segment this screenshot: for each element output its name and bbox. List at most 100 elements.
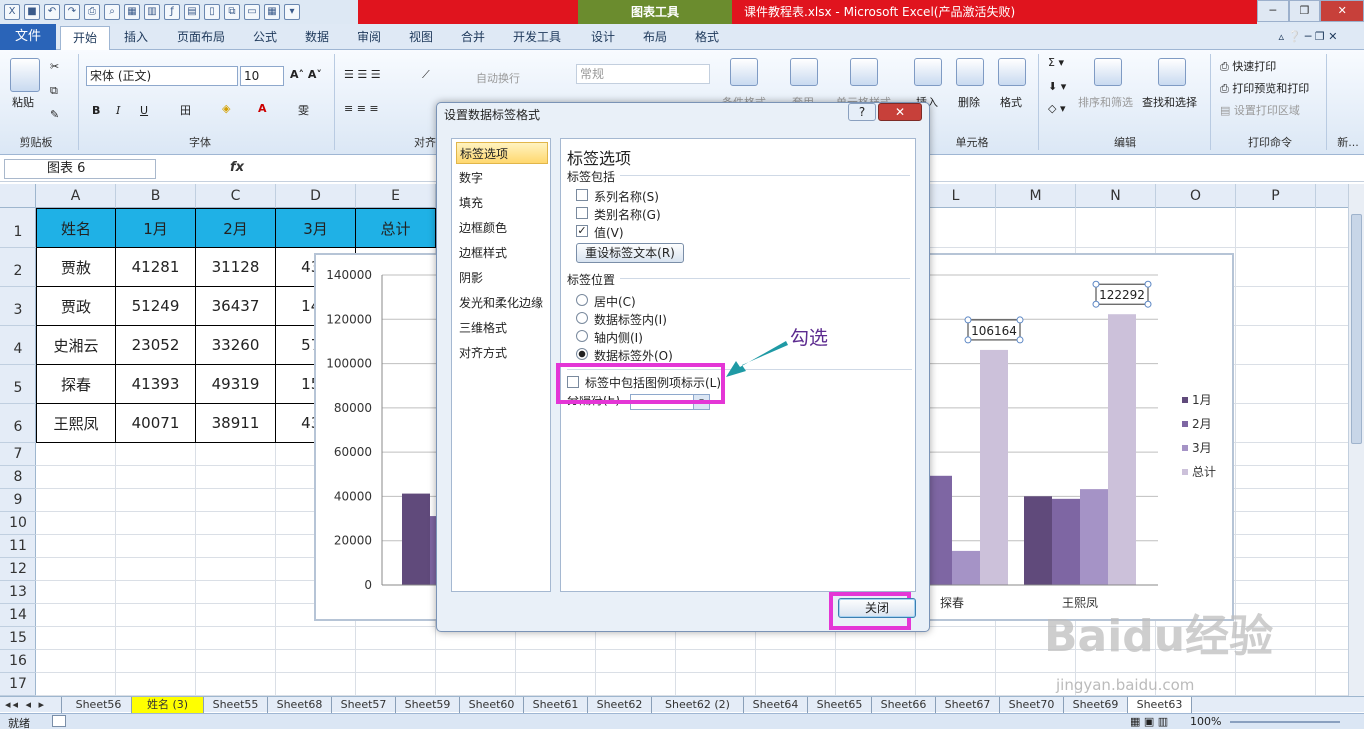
sheet-tab[interactable]: Sheet67 [936,697,1000,713]
tab-merge[interactable]: 合并 [452,26,494,50]
view-buttons[interactable]: ▦ ▣ ▥ [1130,715,1168,728]
macro-record-icon[interactable] [52,715,66,727]
font-color-icon[interactable]: A [258,102,267,115]
sheet-tab[interactable]: 姓名 (3) [132,697,204,713]
tab-view[interactable]: 视图 [400,26,442,50]
ribbon-help-controls[interactable]: ▵ ❔ ─ ❐ ✕ [1258,26,1358,50]
save-icon[interactable]: ■ [24,4,40,20]
column-header-e[interactable]: E [356,184,436,208]
minimize-button[interactable]: ─ [1257,0,1289,22]
set-print-area-button[interactable]: ▤ 设置打印区域 [1220,102,1300,118]
row-header-16[interactable]: 16 [0,650,36,673]
calculator-icon[interactable]: ▦ [124,4,140,20]
table-header-cell[interactable]: 2月 [196,208,276,248]
row-header-6[interactable]: 6 [0,404,36,443]
chart-icon[interactable]: ▥ [144,4,160,20]
tab-data[interactable]: 数据 [296,26,338,50]
sheet-tab[interactable]: Sheet62 (2) [652,697,744,713]
table-cell[interactable]: 王熙凤 [36,404,116,443]
table-cell[interactable]: 贾政 [36,287,116,326]
row-header-4[interactable]: 4 [0,326,36,365]
form-icon[interactable]: ▤ [184,4,200,20]
fill-color-icon[interactable]: ◈ [222,102,230,115]
position-center-radio[interactable] [576,294,588,306]
tab-format[interactable]: 格式 [686,26,728,50]
table-header-cell[interactable]: 3月 [276,208,356,248]
zoom-slider[interactable] [1230,721,1340,723]
dialog-nav-item[interactable]: 阴影 [456,267,548,289]
dialog-help-button[interactable]: ? [848,103,876,121]
tab-review[interactable]: 审阅 [348,26,390,50]
tab-file[interactable]: 文件 [0,24,56,50]
row-header-12[interactable]: 12 [0,558,36,581]
dialog-close-button[interactable]: 关闭 [838,598,916,618]
row-header-15[interactable]: 15 [0,627,36,650]
row-header-2[interactable]: 2 [0,248,36,287]
sheet-tab[interactable]: Sheet63 [1128,697,1192,713]
row-header-1[interactable]: 1 [0,208,36,248]
tab-insert[interactable]: 插入 [114,26,158,50]
table-icon[interactable]: ▦ [264,4,280,20]
phonetic-icon[interactable]: 雯 [298,102,309,118]
orientation-icon[interactable]: ⟋ [422,68,430,82]
dialog-nav-item[interactable]: 三维格式 [456,317,548,339]
font-size-combo[interactable]: 10 [240,66,284,86]
row-header-17[interactable]: 17 [0,673,36,696]
sheet-tab[interactable]: Sheet55 [204,697,268,713]
font-name-combo[interactable]: 宋体 (正文) [86,66,238,86]
border-icon[interactable]: 田 [180,102,191,118]
column-header-c[interactable]: C [196,184,276,208]
sheet-tab[interactable]: Sheet61 [524,697,588,713]
copy-format-icon[interactable]: ⧉ [224,4,240,20]
row-header-8[interactable]: 8 [0,466,36,489]
format-cells-button[interactable]: 格式 [1000,94,1022,110]
dialog-nav-item[interactable]: 对齐方式 [456,342,548,364]
dialog-nav-item[interactable]: 数字 [456,167,548,189]
table-cell[interactable]: 33260 [196,326,276,365]
number-format-combo[interactable]: 常规 [576,64,710,84]
table-cell[interactable]: 41281 [116,248,196,287]
clear-icon[interactable]: ◇ ▾ [1048,102,1065,115]
customize-qat-icon[interactable]: ▾ [284,4,300,20]
table-cell[interactable]: 49319 [196,365,276,404]
table-cell[interactable]: 23052 [116,326,196,365]
sheet-tab[interactable]: Sheet56 [66,697,132,713]
table-cell[interactable]: 51249 [116,287,196,326]
preview-icon[interactable]: ⌕ [104,4,120,20]
print-icon[interactable]: ⎙ [84,4,100,20]
position-inside-base-radio[interactable] [576,330,588,342]
zoom-level[interactable]: 100% [1190,715,1221,728]
column-header-o[interactable]: O [1156,184,1236,208]
table-cell[interactable]: 31128 [196,248,276,287]
sheet-tab[interactable]: Sheet59 [396,697,460,713]
sheet-tab[interactable]: Sheet66 [872,697,936,713]
dialog-nav-item[interactable]: 边框样式 [456,242,548,264]
row-header-7[interactable]: 7 [0,443,36,466]
column-header-a[interactable]: A [36,184,116,208]
underline-icon[interactable]: U [140,104,148,117]
tab-page-layout[interactable]: 页面布局 [168,26,234,50]
table-cell[interactable]: 40071 [116,404,196,443]
select-all-corner[interactable] [0,184,36,208]
sheet-nav-arrows[interactable]: ◂◂ ◂ ▸ ▸▸ [0,697,62,726]
column-header-b[interactable]: B [116,184,196,208]
table-header-cell[interactable]: 姓名 [36,208,116,248]
grow-font-icon[interactable]: A˄ A˅ [290,68,322,81]
sort-filter-button[interactable]: 排序和筛选 [1078,94,1133,110]
redo-icon[interactable]: ↷ [64,4,80,20]
column-header-p[interactable]: P [1236,184,1316,208]
row-header-5[interactable]: 5 [0,365,36,404]
wrap-text-button[interactable]: 自动换行 [476,70,520,86]
undo-icon[interactable]: ↶ [44,4,60,20]
formula-icon[interactable]: ƒ [164,4,180,20]
table-cell[interactable]: 贾赦 [36,248,116,287]
row-header-9[interactable]: 9 [0,489,36,512]
row-header-10[interactable]: 10 [0,512,36,535]
close-button[interactable]: ✕ [1320,0,1364,22]
dialog-nav-item[interactable]: 发光和柔化边缘 [456,292,548,314]
tab-layout[interactable]: 布局 [634,26,676,50]
position-inside-end-radio[interactable] [576,312,588,324]
table-cell[interactable]: 41393 [116,365,196,404]
bold-icon[interactable]: B [92,104,100,117]
autosum-icon[interactable]: Σ ▾ [1048,56,1064,69]
